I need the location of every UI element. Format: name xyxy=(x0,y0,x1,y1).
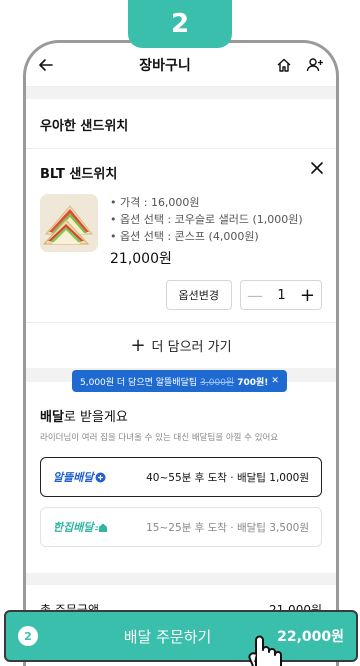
cart-count-badge: 2 xyxy=(18,626,38,646)
back-arrow-icon[interactable] xyxy=(38,57,54,73)
item-detail-price: 가격 : 16,000원 xyxy=(110,194,303,211)
change-option-button[interactable]: 옵션변경 xyxy=(165,280,232,310)
economy-badge-icon xyxy=(95,472,106,482)
item-detail-option: 옵션 선택 : 콘스프 (4,000원) xyxy=(110,228,303,245)
promo-old-fee: 3,000원 xyxy=(200,377,235,388)
home-icon[interactable] xyxy=(276,57,292,73)
plus-icon: + xyxy=(130,335,146,356)
economy-delivery-brand: 알뜰배달 xyxy=(53,469,137,485)
user-plus-icon[interactable] xyxy=(306,57,324,73)
section-divider xyxy=(26,573,336,585)
single-delivery-brand: 한집배달 xyxy=(53,519,137,535)
store-name: 우아한 샌드위치 xyxy=(26,99,336,149)
decrease-quantity-button[interactable]: — xyxy=(247,286,263,305)
item-title: BLT 샌드위치 xyxy=(40,167,118,182)
delivery-title: 배달로 받을게요 xyxy=(40,410,128,425)
screen: 2 장바구니 우아한 샌드위치 BLT 샌드위치 • 가격: 16,000원 … xyxy=(0,0,360,666)
add-more-button[interactable]: + 더 담으러 가기 xyxy=(26,322,336,368)
order-total: 22,000원 xyxy=(277,629,344,645)
single-delivery-desc: 15~25분 후 도착 · 배달팁 3,500원 xyxy=(146,521,309,534)
section-divider xyxy=(26,87,336,99)
page-title: 장바구니 xyxy=(139,57,191,74)
house-fast-icon xyxy=(95,523,108,532)
delivery-subtitle: 라이더님이 여러 집을 다녀올 수 있는 대신 배달팁을 아낄 수 있어요 xyxy=(40,433,279,443)
pointer-hand-icon xyxy=(246,632,282,666)
step-indicator: 2 xyxy=(128,0,232,48)
delivery-tip-promo-banner[interactable]: 5,000원 더 담으면 알뜰배달팁 3,000원 700원! ✕ xyxy=(72,370,287,392)
delivery-option-economy[interactable]: 알뜰배달 40~55분 후 도착 · 배달팁 1,000원 xyxy=(40,457,322,497)
economy-delivery-desc: 40~55분 후 도착 · 배달팁 1,000원 xyxy=(146,471,309,484)
increase-quantity-button[interactable]: + xyxy=(300,285,315,306)
order-button[interactable]: 2 배달 주문하기 22,000원 xyxy=(4,610,358,662)
promo-text: 5,000원 더 담으면 알뜰배달팁 xyxy=(80,377,198,388)
delivery-section: 배달로 받을게요 라이더님이 여러 집을 다녀올 수 있는 대신 배달팁을 아낄… xyxy=(26,382,336,559)
cart-item: BLT 샌드위치 • 가격: 16,000원 • 옵션 선택: 코우슬로 샐… xyxy=(26,149,336,322)
item-price: 21,000원 xyxy=(110,251,172,267)
item-detail-option: 옵션 선택 : 코우슬로 샐러드 (1,000원) xyxy=(110,211,303,228)
quantity-value: 1 xyxy=(277,287,286,303)
app-bar: 장바구니 xyxy=(26,43,336,87)
delivery-option-single[interactable]: 한집배달 15~25분 후 도착 · 배달팁 3,500원 xyxy=(40,507,322,547)
promo-close-icon[interactable]: ✕ xyxy=(271,376,279,386)
promo-new-fee: 700원! xyxy=(237,377,269,388)
step-number: 2 xyxy=(170,9,190,39)
quantity-stepper: — 1 + xyxy=(240,280,322,310)
order-button-label: 배달 주문하기 xyxy=(123,627,212,646)
sandwich-image xyxy=(40,194,98,252)
phone-frame: 장바구니 우아한 샌드위치 BLT 샌드위치 • 가격: 16,000원 • … xyxy=(23,40,339,666)
close-icon[interactable] xyxy=(310,161,324,175)
add-more-label: 더 담으러 가기 xyxy=(151,340,232,355)
